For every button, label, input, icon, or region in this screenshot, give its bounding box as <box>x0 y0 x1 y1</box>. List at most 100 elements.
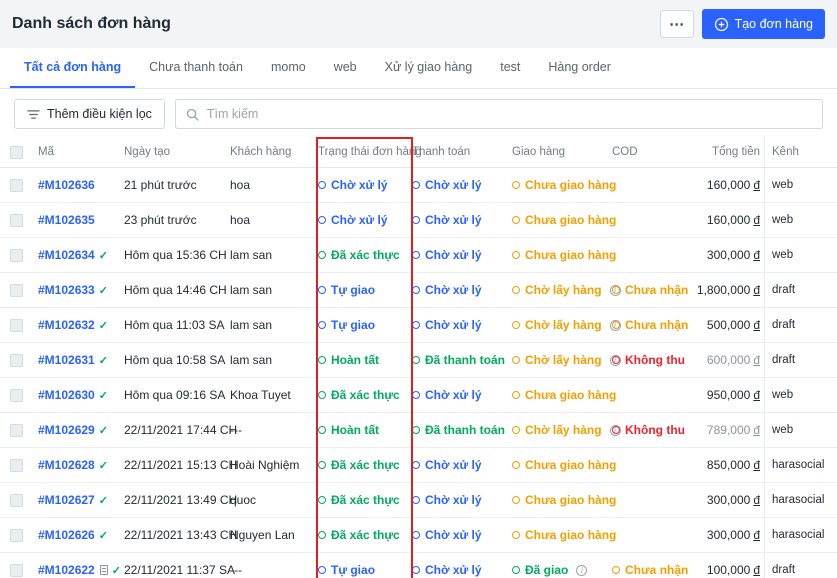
payment-status-cell: Chờ xử lý <box>412 168 512 202</box>
order-id-cell: #M102633 ✓ <box>38 273 124 307</box>
verified-check-icon: ✓ <box>98 424 108 437</box>
tab[interactable]: web <box>320 48 371 88</box>
row-checkbox[interactable] <box>10 423 23 437</box>
channel: draft <box>764 343 831 377</box>
tab[interactable]: Chưa thanh toán <box>135 48 257 88</box>
add-filter-button[interactable]: Thêm điều kiện lọc <box>14 99 165 129</box>
filter-icon <box>27 109 40 120</box>
table-row[interactable]: #M102634 ✓ Hôm qua 15:36 CH lam san Đã x… <box>0 238 837 273</box>
order-id-link[interactable]: #M102622 <box>38 563 95 577</box>
order-id-link[interactable]: #M102629 <box>38 423 95 437</box>
row-checkbox[interactable] <box>10 213 23 227</box>
cod-status-cell: Chưa nhận <box>612 553 696 578</box>
row-checkbox[interactable] <box>10 528 23 542</box>
row-checkbox[interactable] <box>10 563 23 577</box>
payment-status-cell: Chờ xử lý <box>412 518 512 552</box>
total-amount: 300,000 đ <box>706 248 760 262</box>
status-badge: Chờ lấy hàng i <box>512 423 621 437</box>
tab[interactable]: momo <box>257 48 320 88</box>
created-at: 22/11/2021 11:37 SA <box>124 563 235 577</box>
created-at: 21 phút trước <box>124 178 197 192</box>
row-checkbox[interactable] <box>10 178 23 192</box>
select-all-checkbox[interactable] <box>10 145 23 159</box>
row-checkbox[interactable] <box>10 493 23 507</box>
cod-status-cell: Không thu <box>612 343 696 377</box>
table-row[interactable]: #M102631 ✓ Hôm qua 10:58 SA lam san Hoàn… <box>0 343 837 378</box>
status-badge: Chưa giao hàng <box>512 248 616 262</box>
search-input[interactable] <box>206 107 812 121</box>
order-id-link[interactable]: #M102636 <box>38 178 95 192</box>
checkbox-cell <box>10 553 38 578</box>
table-row[interactable]: #M102636 21 phút trước hoa Chờ xử lý Chờ… <box>0 168 837 203</box>
order-id-link[interactable]: #M102631 <box>38 353 95 367</box>
row-checkbox[interactable] <box>10 458 23 472</box>
status-circle-icon <box>412 496 420 504</box>
status-circle-icon <box>318 461 326 469</box>
total-amount: 850,000 đ <box>706 458 760 472</box>
checkbox-cell <box>10 343 38 377</box>
create-order-label: Tạo đơn hàng <box>734 17 813 31</box>
cod-status-cell <box>612 203 696 237</box>
order-id-link[interactable]: #M102635 <box>38 213 95 227</box>
column-header-8[interactable]: Tổng tiền <box>696 137 764 167</box>
cod-status-cell <box>612 238 696 272</box>
status-circle-icon <box>318 286 326 294</box>
table-row[interactable]: #M102633 ✓ Hôm qua 14:46 CH lam san Tự g… <box>0 273 837 308</box>
table-row[interactable]: #M102628 ✓ 22/11/2021 15:13 CH Hoài Nghi… <box>0 448 837 483</box>
order-id-link[interactable]: #M102626 <box>38 528 95 542</box>
customer-name: Khoa Tuyet <box>230 388 291 402</box>
info-icon[interactable]: i <box>576 564 588 576</box>
tab[interactable]: Hàng order <box>534 48 625 88</box>
status-badge: Chờ xử lý <box>412 493 482 507</box>
row-checkbox[interactable] <box>10 388 23 402</box>
create-order-button[interactable]: Tạo đơn hàng <box>701 9 825 39</box>
order-id-link[interactable]: #M102627 <box>38 493 95 507</box>
tab[interactable]: test <box>486 48 534 88</box>
tab[interactable]: Xử lý giao hàng <box>371 48 487 88</box>
row-checkbox[interactable] <box>10 248 23 262</box>
status-circle-icon <box>612 566 620 574</box>
order-id-link[interactable]: #M102632 <box>38 318 95 332</box>
column-header-1[interactable]: Mã <box>38 137 124 167</box>
verified-check-icon: ✓ <box>98 529 108 542</box>
column-header-2[interactable]: Ngày tạo <box>124 137 230 167</box>
total-amount: 1,800,000 đ <box>696 283 760 297</box>
order-id-link[interactable]: #M102628 <box>38 458 95 472</box>
order-id-link[interactable]: #M102633 <box>38 283 95 297</box>
column-header-5[interactable]: Thanh toán <box>412 137 512 167</box>
table-row[interactable]: #M102626 ✓ 22/11/2021 13:43 CH Nguyen La… <box>0 518 837 553</box>
tab[interactable]: Tất cả đơn hàng <box>10 48 136 88</box>
channel: harasocial <box>764 518 831 552</box>
table-row[interactable]: #M102622 ✓ 22/11/2021 11:37 SA --- Tự gi… <box>0 553 837 578</box>
order-id-link[interactable]: #M102634 <box>38 248 95 262</box>
column-header-7[interactable]: COD <box>612 137 696 167</box>
status-badge: Chờ xử lý <box>412 248 482 262</box>
column-header-4[interactable]: Trạng thái đơn hàng <box>318 137 422 167</box>
table-row[interactable]: #M102630 ✓ Hôm qua 09:16 SA Khoa Tuyet Đ… <box>0 378 837 413</box>
table-row[interactable]: #M102629 ✓ 22/11/2021 17:44 CH --- Hoàn … <box>0 413 837 448</box>
column-header-9[interactable]: Kênh <box>764 137 831 167</box>
payment-status-cell: Chờ xử lý <box>412 378 512 412</box>
more-actions-button[interactable]: ⋯ <box>659 10 694 38</box>
status-badge: Chưa giao hàng <box>512 528 616 542</box>
channel: web <box>764 413 831 447</box>
table-row[interactable]: #M102632 ✓ Hôm qua 11:03 SA lam san Tự g… <box>0 308 837 343</box>
status-circle-icon <box>412 426 420 434</box>
channel: web <box>764 378 831 412</box>
column-header-6[interactable]: Giao hàng <box>512 137 612 167</box>
order-id-cell: #M102628 ✓ <box>38 448 124 482</box>
table-row[interactable]: #M102627 ✓ 22/11/2021 13:49 CH quoc Đã x… <box>0 483 837 518</box>
status-badge: Chờ xử lý <box>318 213 388 227</box>
row-checkbox[interactable] <box>10 283 23 297</box>
status-badge: Chờ xử lý <box>412 388 482 402</box>
order-id-link[interactable]: #M102630 <box>38 388 95 402</box>
table-row[interactable]: #M102635 23 phút trước hoa Chờ xử lý Chờ… <box>0 203 837 238</box>
status-badge: Chưa giao hàng <box>512 458 616 472</box>
row-checkbox[interactable] <box>10 318 23 332</box>
status-circle-icon <box>512 356 520 364</box>
column-header-3[interactable]: Khách hàng <box>230 137 318 167</box>
status-badge: Chờ lấy hàng i <box>512 353 621 367</box>
row-checkbox[interactable] <box>10 353 23 367</box>
status-badge: Hoàn tất <box>318 353 379 367</box>
status-circle-icon <box>512 391 520 399</box>
